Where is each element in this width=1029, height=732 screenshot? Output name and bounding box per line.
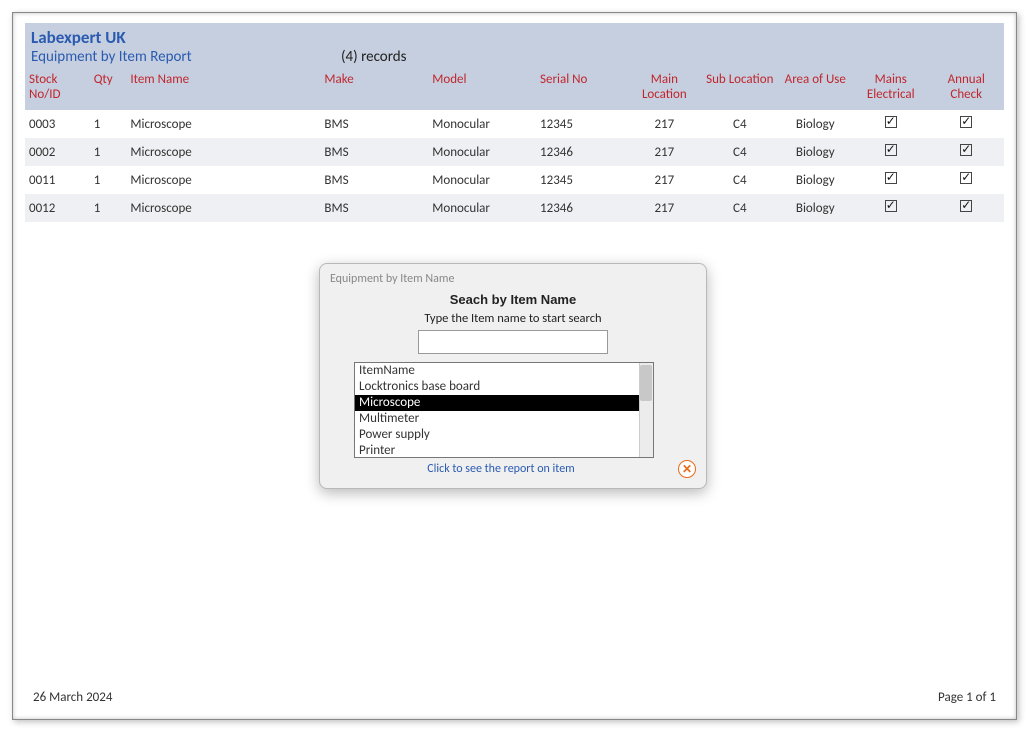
listbox-item[interactable]: Microscope: [355, 395, 653, 411]
cell-serial: 12345: [536, 110, 627, 138]
checkmark-icon: [885, 144, 897, 156]
cell-qty: 1: [90, 194, 127, 222]
equipment-table: Stock No/ID Qty Item Name Make Model Ser…: [25, 68, 1004, 222]
col-area-of-use: Area of Use: [778, 68, 853, 110]
cell-sub_loc: C4: [702, 194, 777, 222]
cell-qty: 1: [90, 110, 127, 138]
col-sub-location: Sub Location: [702, 68, 777, 110]
cell-annual: [928, 138, 1004, 166]
cell-area: Biology: [778, 166, 853, 194]
cell-mains: [853, 138, 928, 166]
cell-sub_loc: C4: [702, 138, 777, 166]
listbox-item[interactable]: Printer: [355, 443, 653, 458]
cell-make: BMS: [320, 166, 428, 194]
listbox-item[interactable]: Power supply: [355, 427, 653, 443]
report-title: Equipment by Item Report: [31, 48, 341, 66]
checkmark-icon: [960, 116, 972, 128]
cell-name: Microscope: [126, 110, 320, 138]
col-qty: Qty: [90, 68, 127, 110]
listbox-item[interactable]: Locktronics base board: [355, 379, 653, 395]
cell-main_loc: 217: [627, 194, 702, 222]
footer-page: Page 1 of 1: [938, 690, 996, 705]
cell-main_loc: 217: [627, 166, 702, 194]
report-header: Labexpert UK Equipment by Item Report (4…: [25, 23, 1004, 68]
checkmark-icon: [885, 200, 897, 212]
cell-name: Microscope: [126, 166, 320, 194]
checkmark-icon: [960, 144, 972, 156]
cell-mains: [853, 166, 928, 194]
col-model: Model: [428, 68, 536, 110]
listbox-header: ItemName: [355, 363, 653, 379]
cell-qty: 1: [90, 138, 127, 166]
cell-model: Monocular: [428, 138, 536, 166]
cell-annual: [928, 110, 1004, 138]
listbox-item[interactable]: Multimeter: [355, 411, 653, 427]
cell-area: Biology: [778, 194, 853, 222]
cell-model: Monocular: [428, 166, 536, 194]
cell-stock: 0012: [25, 194, 90, 222]
table-row: 00021MicroscopeBMSMonocular12346217C4Bio…: [25, 138, 1004, 166]
checkmark-icon: [885, 116, 897, 128]
cell-mains: [853, 194, 928, 222]
search-dialog: Equipment by Item Name Seach by Item Nam…: [319, 263, 707, 489]
cell-serial: 12345: [536, 166, 627, 194]
cell-name: Microscope: [126, 194, 320, 222]
dialog-heading: Seach by Item Name: [330, 292, 696, 307]
col-annual-check: Annual Check: [928, 68, 1004, 110]
table-header-row: Stock No/ID Qty Item Name Make Model Ser…: [25, 68, 1004, 110]
checkmark-icon: [960, 200, 972, 212]
cell-model: Monocular: [428, 110, 536, 138]
cell-model: Monocular: [428, 194, 536, 222]
cell-make: BMS: [320, 110, 428, 138]
cell-main_loc: 217: [627, 110, 702, 138]
cell-stock: 0011: [25, 166, 90, 194]
cell-area: Biology: [778, 138, 853, 166]
col-stock: Stock No/ID: [25, 68, 90, 110]
cell-serial: 12346: [536, 138, 627, 166]
checkmark-icon: [960, 172, 972, 184]
table-row: 00121MicroscopeBMSMonocular12346217C4Bio…: [25, 194, 1004, 222]
item-name-search-input[interactable]: [418, 330, 608, 354]
cell-make: BMS: [320, 138, 428, 166]
footer-date: 26 March 2024: [33, 690, 112, 705]
table-row: 00111MicroscopeBMSMonocular12345217C4Bio…: [25, 166, 1004, 194]
cell-make: BMS: [320, 194, 428, 222]
table-row: 00031MicroscopeBMSMonocular12345217C4Bio…: [25, 110, 1004, 138]
cell-stock: 0002: [25, 138, 90, 166]
records-count: (4) records: [341, 48, 407, 66]
company-title: Labexpert UK: [31, 27, 998, 48]
col-make: Make: [320, 68, 428, 110]
cell-area: Biology: [778, 110, 853, 138]
report-page: Labexpert UK Equipment by Item Report (4…: [12, 12, 1017, 720]
page-footer: 26 March 2024 Page 1 of 1: [33, 690, 996, 705]
item-name-listbox[interactable]: ItemName Locktronics base boardMicroscop…: [354, 362, 654, 458]
dialog-window-title: Equipment by Item Name: [330, 272, 696, 286]
col-serial: Serial No: [536, 68, 627, 110]
col-mains-electrical: Mains Electrical: [853, 68, 928, 110]
cell-sub_loc: C4: [702, 110, 777, 138]
cell-annual: [928, 194, 1004, 222]
dialog-subtext: Type the Item name to start search: [330, 311, 696, 326]
cell-serial: 12346: [536, 194, 627, 222]
cell-main_loc: 217: [627, 138, 702, 166]
col-main-location: Main Location: [627, 68, 702, 110]
cell-mains: [853, 110, 928, 138]
checkmark-icon: [885, 172, 897, 184]
cell-name: Microscope: [126, 138, 320, 166]
cell-stock: 0003: [25, 110, 90, 138]
cell-annual: [928, 166, 1004, 194]
listbox-scrollbar-track[interactable]: [639, 363, 653, 457]
cell-qty: 1: [90, 166, 127, 194]
cell-sub_loc: C4: [702, 166, 777, 194]
listbox-scrollbar-thumb[interactable]: [640, 365, 652, 401]
col-name: Item Name: [126, 68, 320, 110]
dialog-hint: Click to see the report on item: [330, 462, 672, 476]
dialog-close-button[interactable]: ✕: [678, 460, 696, 478]
